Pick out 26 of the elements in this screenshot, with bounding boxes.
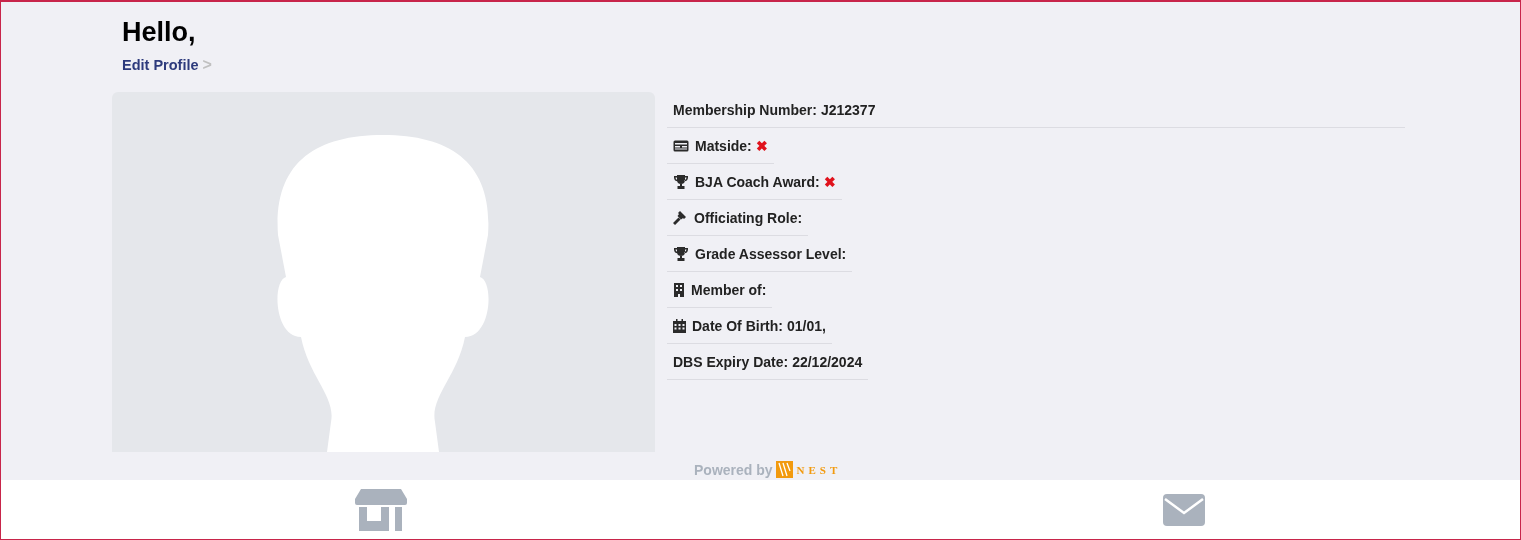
detail-value: 01/01,: [787, 317, 826, 334]
trophy-icon: [673, 246, 689, 261]
greeting-heading: Hello,: [122, 16, 197, 48]
detail-value: 22/12/2024: [792, 353, 863, 370]
detail-label: Date Of Birth:: [692, 317, 783, 334]
edit-profile-link[interactable]: Edit Profile >: [122, 56, 212, 74]
powered-by-text: Powered by: [694, 461, 773, 478]
brand-logo-icon: [775, 461, 793, 478]
calendar-icon: [673, 318, 686, 333]
detail-label: Membership Number:: [673, 101, 817, 118]
detail-label: Matside:: [695, 137, 752, 154]
cross-mark: ✖: [823, 173, 836, 190]
cross-mark: ✖: [755, 137, 768, 154]
brand-name: NEST: [796, 463, 842, 476]
detail-label: Member of:: [691, 281, 767, 298]
id-card-icon: [673, 139, 689, 152]
gavel-icon: [673, 210, 688, 225]
detail-label: DBS Expiry Date:: [673, 353, 789, 370]
trophy-icon: [673, 174, 689, 189]
detail-value: J212377: [820, 101, 876, 118]
detail-label: Grade Assessor Level:: [695, 245, 847, 262]
detail-label: Officiating Role:: [694, 209, 803, 226]
mail-icon[interactable]: [1163, 493, 1205, 526]
store-icon[interactable]: [355, 488, 407, 531]
detail-label: BJA Coach Award:: [695, 173, 820, 190]
building-icon: [673, 282, 685, 297]
